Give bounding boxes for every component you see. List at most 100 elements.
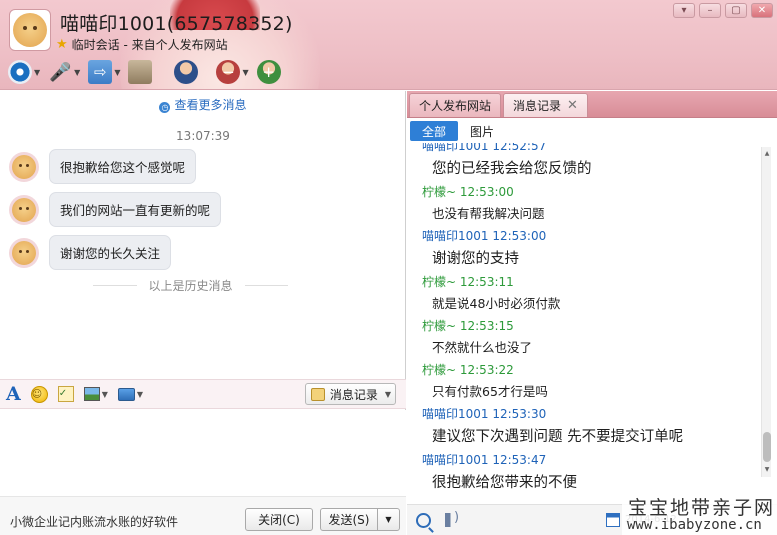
chevron-down-icon[interactable]: ▼ xyxy=(137,390,143,399)
minimize-button[interactable]: – xyxy=(699,3,721,18)
message-row: 我们的网站一直有更新的呢 xyxy=(9,192,222,227)
block-contact-button[interactable]: − ▼ xyxy=(214,58,250,86)
history-sender-self: 喵喵印1001 12:52:57 xyxy=(422,143,547,153)
filter-images[interactable]: 图片 xyxy=(460,121,504,141)
chat-panel: ◷ 查看更多消息 13:07:39 很抱歉给您这个感觉呢 我们的网站一直有更新的呢… xyxy=(0,91,406,535)
cat-avatar-icon xyxy=(13,13,47,47)
send-button[interactable]: 发送(S) xyxy=(320,508,378,531)
session-subtitle-text: 临时会话 - 来自个人发布网站 xyxy=(71,38,228,52)
video-icon xyxy=(8,60,32,84)
contact-avatar[interactable] xyxy=(9,9,51,51)
chevron-down-icon[interactable]: ▼ xyxy=(102,390,108,399)
file-transfer-button[interactable]: ⇨ ▼ xyxy=(86,58,122,86)
screen-icon xyxy=(128,60,153,84)
emoji-icon[interactable]: ☺ xyxy=(30,385,48,403)
history-sender-peer: 柠檬~ 12:53:15 xyxy=(422,319,514,333)
remote-desktop-button[interactable] xyxy=(126,58,154,86)
video-call-button[interactable]: ▼ xyxy=(6,58,42,86)
chevron-down-icon[interactable]: ▼ xyxy=(114,68,120,77)
sender-avatar[interactable] xyxy=(9,194,39,225)
history-sender-self: 喵喵印1001 12:53:30 xyxy=(422,407,547,421)
message-row: 很抱歉给您这个感觉呢 xyxy=(9,149,197,184)
tab-label: 个人发布网站 xyxy=(419,99,492,113)
chat-toolbar: ▼ 🎤 ▼ ⇨ ▼ − ▼ + xyxy=(6,58,283,86)
history-scrollbar[interactable]: ▲ ▼ xyxy=(761,147,771,477)
divider xyxy=(93,285,137,286)
screenshot-button[interactable]: ▼ xyxy=(117,387,143,401)
chevron-down-icon[interactable]: ▼ xyxy=(385,390,391,399)
promo-link[interactable]: 小微企业记内账流水账的好软件 xyxy=(10,513,178,530)
chat-bottom-bar: 小微企业记内账流水账的好软件 关闭(C) 发送(S) ▼ xyxy=(0,496,406,535)
close-window-button[interactable]: ✕ xyxy=(751,3,773,18)
message-input[interactable] xyxy=(0,410,406,496)
send-options-button[interactable]: ▼ xyxy=(377,508,400,531)
filter-all[interactable]: 全部 xyxy=(410,121,459,141)
history-message-text: 就是说48小时必须付款 xyxy=(432,296,561,311)
star-icon: ★ xyxy=(56,37,68,52)
tab-label: 消息记录 xyxy=(513,99,562,113)
message-timestamp: 13:07:39 xyxy=(176,129,230,143)
microphone-icon: 🎤 xyxy=(48,61,72,83)
watermark-url: www.ibabyzone.cn xyxy=(627,517,762,533)
send-image-button[interactable]: ▼ xyxy=(83,387,108,401)
image-icon xyxy=(83,387,100,401)
history-message-text: 只有付款65才行是吗 xyxy=(432,384,548,399)
calendar-icon[interactable] xyxy=(606,513,620,527)
close-button[interactable]: 关闭(C) xyxy=(245,508,313,531)
history-message-text: 您的已经我会给您反馈的 xyxy=(432,161,592,177)
message-bubble: 我们的网站一直有更新的呢 xyxy=(49,192,222,227)
maximize-button[interactable]: ▢ xyxy=(725,3,747,18)
message-bubble: 谢谢您的长久关注 xyxy=(49,235,172,270)
message-row: 谢谢您的长久关注 xyxy=(9,235,172,270)
message-bubble: 很抱歉给您这个感觉呢 xyxy=(49,149,197,184)
view-more-messages-text[interactable]: 查看更多消息 xyxy=(174,98,246,112)
history-list[interactable]: 喵喵印1001 12:52:57 您的已经我会给您反馈的 柠檬~ 12:53:00 也… xyxy=(407,143,763,499)
window-header: 喵喵印1001(657578352) ★ 临时会话 - 来自个人发布网站 ▾ –… xyxy=(0,0,777,90)
menu-button[interactable]: ▾ xyxy=(673,3,695,18)
magic-expression-icon[interactable]: ✓ xyxy=(57,386,74,402)
history-message-text: 建议您下次遇到问题 先不要提交订单呢 xyxy=(432,429,684,445)
history-sender-peer: 柠檬~ 12:53:11 xyxy=(422,275,514,289)
message-history-button[interactable]: 消息记录 ▼ xyxy=(304,383,396,405)
contact-title: 喵喵印1001(657578352) xyxy=(60,13,293,35)
contact-info-button[interactable] xyxy=(172,58,200,86)
sender-avatar[interactable] xyxy=(9,237,39,268)
watermark: 宝宝地带亲子网 www.ibabyzone.cn xyxy=(622,491,777,535)
cat-avatar-icon xyxy=(12,197,36,222)
voice-call-button[interactable]: 🎤 ▼ xyxy=(46,58,82,86)
history-separator-text: 以上是历史消息 xyxy=(148,279,233,293)
history-sender-self: 喵喵印1001 12:53:47 xyxy=(422,453,547,467)
scroll-up-arrow[interactable]: ▲ xyxy=(763,149,771,159)
watermark-text: 宝宝地带亲子网 xyxy=(628,497,776,519)
screenshot-icon xyxy=(117,387,135,401)
cat-avatar-icon xyxy=(12,154,36,179)
scroll-down-arrow[interactable]: ▼ xyxy=(763,465,771,475)
history-filter: 全部 图片 xyxy=(407,119,777,143)
history-sender-self: 喵喵印1001 12:53:00 xyxy=(422,229,547,243)
history-separator: 以上是历史消息 xyxy=(93,277,289,294)
add-friend-button[interactable]: + xyxy=(255,58,283,86)
close-icon[interactable]: ✕ xyxy=(567,98,578,113)
side-panel: 个人发布网站 消息记录 ✕ 全部 图片 喵喵印1001 12:52:57 您的已经… xyxy=(407,91,777,535)
window-controls: ▾ – ▢ ✕ xyxy=(673,3,773,18)
person-icon xyxy=(174,60,199,84)
history-sender-peer: 柠檬~ 12:53:22 xyxy=(422,363,514,377)
side-panel-tabs: 个人发布网站 消息记录 ✕ xyxy=(407,91,777,118)
scrollbar-thumb[interactable] xyxy=(763,432,771,462)
view-more-messages-link[interactable]: ◷ 查看更多消息 xyxy=(0,96,406,113)
tab-message-history[interactable]: 消息记录 ✕ xyxy=(503,93,588,117)
sender-avatar[interactable] xyxy=(9,151,39,182)
chevron-down-icon[interactable]: ▼ xyxy=(34,68,40,77)
folder-transfer-icon: ⇨ xyxy=(88,60,113,84)
chevron-down-icon[interactable]: ▼ xyxy=(74,68,80,77)
history-list-inner: 喵喵印1001 12:52:57 您的已经我会给您反馈的 柠檬~ 12:53:00 也… xyxy=(407,143,763,499)
tab-personal-site[interactable]: 个人发布网站 xyxy=(409,93,502,117)
history-sender-peer: 柠檬~ 12:53:00 xyxy=(422,185,514,199)
history-message-text: 谢谢您的支持 xyxy=(432,251,519,267)
speaker-icon[interactable] xyxy=(445,510,459,527)
search-icon[interactable] xyxy=(416,512,431,528)
editor-toolbar: A ☺ ✓ ▼ ▼ 消息记录 ▼ xyxy=(0,379,406,409)
font-icon[interactable]: A xyxy=(6,383,21,405)
chevron-down-icon[interactable]: ▼ xyxy=(242,68,248,77)
session-subtitle: ★ 临时会话 - 来自个人发布网站 xyxy=(56,36,228,53)
